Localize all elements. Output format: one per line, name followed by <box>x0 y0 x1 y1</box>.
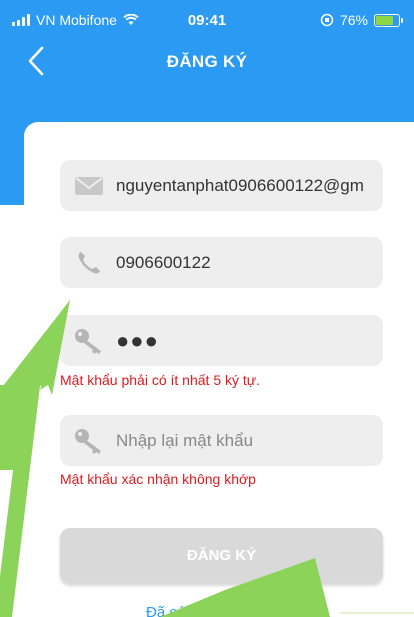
confirm-password-placeholder: Nhập lại mật khẩu <box>116 430 254 450</box>
register-button[interactable]: ĐĂNG KÝ <box>60 528 383 583</box>
password-error: Mật khẩu phải có ít nhất 5 ký tự. <box>60 372 261 388</box>
envelope-icon <box>72 172 106 200</box>
login-link[interactable]: Đã có tài <box>146 604 205 617</box>
key-icon <box>72 427 106 455</box>
password-field[interactable]: ●●● <box>60 315 383 366</box>
phone-value: 0906600122 <box>116 252 211 272</box>
email-value: nguyentanphat0906600122@gm <box>116 175 364 195</box>
email-field[interactable]: nguyentanphat0906600122@gm <box>60 160 383 211</box>
phone-icon <box>72 249 106 277</box>
status-bar: VN Mobifone 09:41 76% <box>0 0 414 38</box>
confirm-password-error: Mật khẩu xác nhận không khớp <box>60 471 256 487</box>
key-icon <box>72 327 106 355</box>
orientation-lock-icon <box>320 13 334 27</box>
password-value: ●●● <box>116 327 159 353</box>
battery-icon <box>374 13 403 27</box>
page-title: ĐĂNG KÝ <box>166 52 248 71</box>
confirm-password-field[interactable]: Nhập lại mật khẩu <box>60 415 383 466</box>
phone-field[interactable]: 0906600122 <box>60 237 383 288</box>
battery-percent: 76% <box>339 12 368 28</box>
status-right: 76% <box>320 12 403 28</box>
